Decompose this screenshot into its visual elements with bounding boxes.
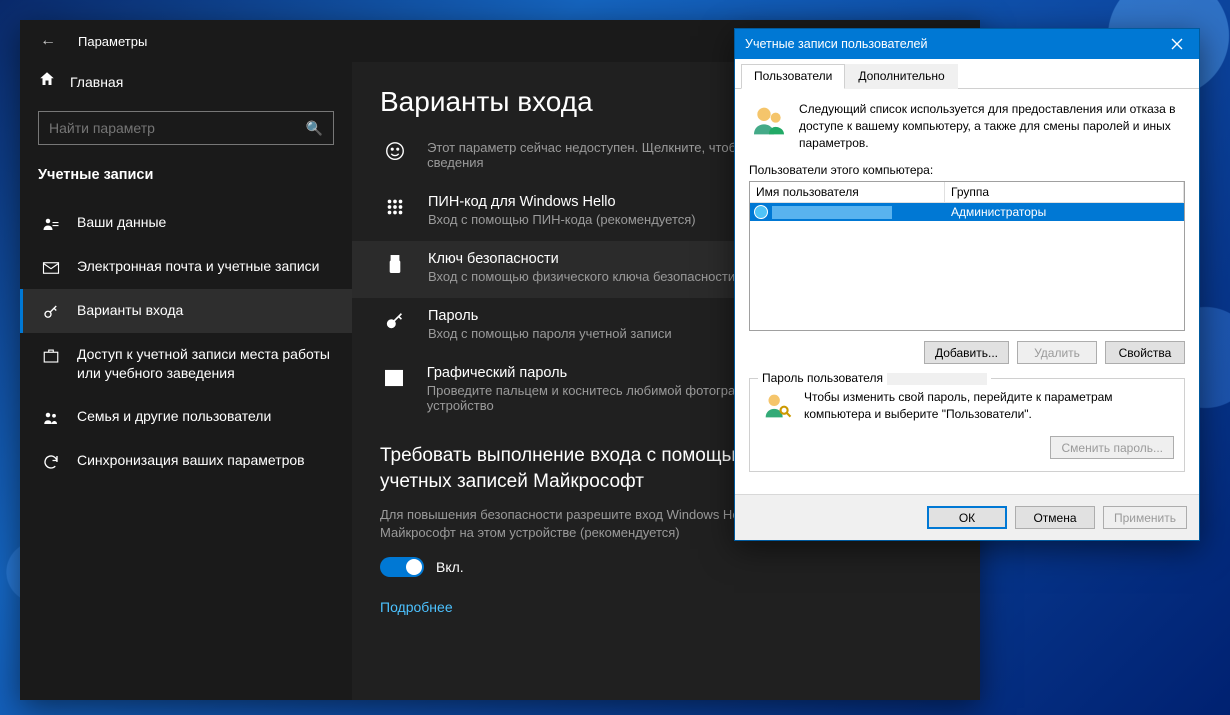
category-label: Учетные записи [20, 159, 352, 201]
properties-button[interactable]: Свойства [1105, 341, 1185, 364]
tab-1[interactable]: Дополнительно [845, 64, 957, 89]
mail-icon [41, 259, 61, 277]
tab-strip: ПользователиДополнительно [735, 59, 1199, 89]
sidebar-item-brief[interactable]: Доступ к учетной записи места работы или… [20, 333, 352, 395]
settings-sidebar: Главная 🔍 Учетные записи Ваши данные Элек… [20, 62, 352, 700]
sidebar-item-label: Синхронизация ваших параметров [77, 451, 334, 470]
sidebar-item-label: Варианты входа [77, 301, 334, 320]
family-icon [41, 409, 61, 427]
face-icon [380, 140, 409, 162]
option-title: Ключ безопасности [428, 251, 735, 267]
dialog-footer: ОК Отмена Применить [735, 494, 1199, 540]
home-label: Главная [70, 74, 123, 90]
user-table-header: Имя пользователя Группа [750, 182, 1184, 203]
sidebar-item-label: Электронная почта и учетные записи [77, 257, 334, 276]
option-subtitle: Вход с помощью ПИН-кода (рекомендуется) [428, 212, 696, 227]
home-icon [38, 70, 56, 93]
sidebar-item-label: Доступ к учетной записи места работы или… [77, 345, 334, 383]
user-table[interactable]: Имя пользователя Группа Администраторы [749, 181, 1185, 331]
sidebar-item-label: Семья и другие пользователи [77, 407, 334, 426]
user-avatar-icon [754, 205, 768, 219]
sidebar-home[interactable]: Главная [20, 70, 352, 107]
search-box[interactable]: 🔍 [38, 111, 334, 145]
person-icon [41, 215, 61, 233]
sidebar-item-key[interactable]: Варианты входа [20, 289, 352, 333]
key-user-icon [760, 389, 794, 426]
username-masked [772, 206, 892, 219]
user-group: Администраторы [945, 205, 1184, 219]
option-title: ПИН-код для Windows Hello [428, 194, 696, 210]
apply-button: Применить [1103, 506, 1187, 529]
ok-button[interactable]: ОК [927, 506, 1007, 529]
hello-toggle[interactable] [380, 557, 424, 577]
option-title: Пароль [428, 308, 672, 324]
col-group[interactable]: Группа [945, 182, 1184, 202]
user-row-selected[interactable]: Администраторы [750, 203, 1184, 221]
sidebar-item-label: Ваши данные [77, 213, 334, 232]
users-icon [749, 101, 789, 144]
search-icon: 🔍 [306, 120, 323, 137]
close-button[interactable] [1154, 29, 1199, 59]
keypad-icon [380, 196, 410, 218]
usb-icon [380, 253, 410, 275]
dialog-titlebar[interactable]: Учетные записи пользователей [735, 29, 1199, 59]
sidebar-item-sync[interactable]: Синхронизация ваших параметров [20, 439, 352, 483]
password-fieldset: Пароль пользователя Чтобы изменить свой … [749, 378, 1185, 472]
add-button[interactable]: Добавить... [924, 341, 1009, 364]
more-link[interactable]: Подробнее [380, 599, 453, 615]
search-input[interactable] [49, 120, 282, 136]
fieldset-text: Чтобы изменить свой пароль, перейдите к … [804, 389, 1174, 423]
sync-icon [41, 453, 61, 471]
sidebar-item-person[interactable]: Ваши данные [20, 201, 352, 245]
user-accounts-dialog: Учетные записи пользователей Пользовател… [734, 28, 1200, 541]
col-username[interactable]: Имя пользователя [750, 182, 945, 202]
change-password-button: Сменить пароль... [1050, 436, 1174, 459]
sidebar-item-mail[interactable]: Электронная почта и учетные записи [20, 245, 352, 289]
key-icon [41, 303, 61, 321]
picture-icon [380, 367, 409, 389]
fieldset-legend: Пароль пользователя [758, 371, 991, 385]
hello-toggle-label: Вкл. [436, 559, 464, 575]
window-title: Параметры [78, 34, 147, 49]
close-icon [1171, 38, 1183, 50]
sidebar-item-family[interactable]: Семья и другие пользователи [20, 395, 352, 439]
keyround-icon [380, 310, 410, 332]
remove-button: Удалить [1017, 341, 1097, 364]
back-button[interactable]: ← [34, 32, 62, 50]
dialog-info-text: Следующий список используется для предос… [799, 101, 1185, 151]
tab-0[interactable]: Пользователи [741, 64, 845, 89]
user-list-label: Пользователи этого компьютера: [749, 163, 1185, 177]
option-subtitle: Вход с помощью физического ключа безопас… [428, 269, 735, 284]
dialog-title: Учетные записи пользователей [745, 37, 1154, 51]
brief-icon [41, 347, 61, 365]
cancel-button[interactable]: Отмена [1015, 506, 1095, 529]
option-subtitle: Вход с помощью пароля учетной записи [428, 326, 672, 341]
